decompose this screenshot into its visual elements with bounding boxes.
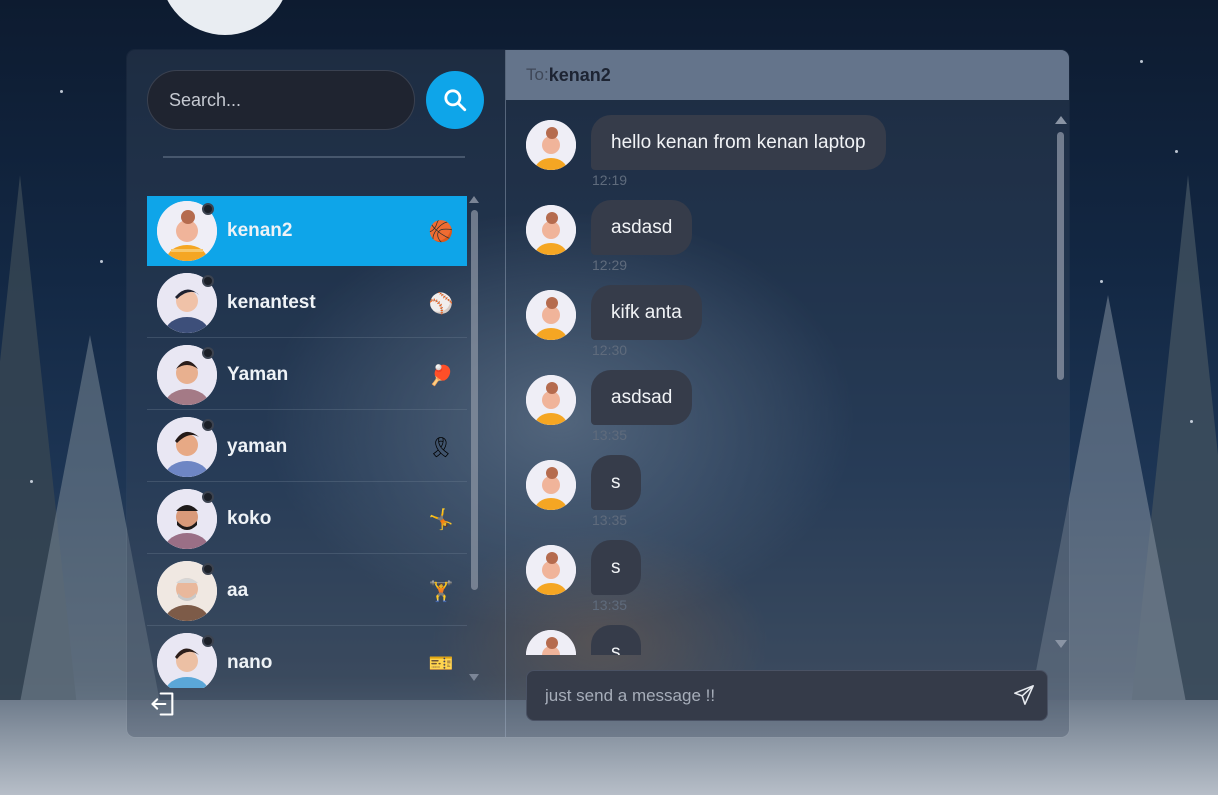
sidebar-divider	[163, 156, 465, 158]
cartwheel-icon: 🤸	[428, 506, 454, 531]
logout-icon	[151, 692, 174, 716]
avatar	[526, 120, 576, 170]
avatar	[157, 560, 217, 621]
snowflake	[1190, 420, 1193, 423]
search-button[interactable]	[426, 71, 484, 129]
to-label: To:	[526, 65, 549, 84]
message-item: kifk anta 12:30	[506, 270, 1051, 358]
avatar	[157, 344, 217, 405]
scroll-up-arrow-icon[interactable]	[469, 196, 479, 203]
chat-header: To: kenan2	[506, 50, 1069, 100]
snowflake	[30, 480, 33, 483]
avatar	[157, 488, 217, 549]
message-bubble: s	[591, 455, 641, 510]
scroll-down-arrow-icon[interactable]	[1055, 640, 1067, 648]
contact-item[interactable]: koko 🤸	[147, 484, 467, 554]
avatar	[157, 416, 217, 477]
scroll-down-arrow-icon[interactable]	[469, 674, 479, 681]
chat-panel: To: kenan2 hello kenan from kenan laptop …	[505, 50, 1069, 737]
search-icon	[444, 89, 467, 112]
avatar	[526, 545, 576, 595]
contact-item[interactable]: yaman 🎗	[147, 412, 467, 482]
snowflake	[60, 90, 63, 93]
message-item: s 13:35	[506, 440, 1051, 528]
snowflake	[100, 260, 103, 263]
ping-pong-icon: 🏓	[428, 362, 454, 387]
status-dot	[202, 562, 214, 575]
avatar	[157, 201, 217, 261]
contact-list-scrollbar[interactable]	[469, 196, 479, 686]
message-bubble: s	[591, 625, 641, 655]
ticket-icon: 🎫	[428, 650, 454, 675]
snowflake	[1140, 60, 1143, 63]
contact-item[interactable]: nano 🎫	[147, 628, 467, 688]
contact-name: aa	[227, 579, 249, 601]
status-dot	[202, 490, 214, 503]
search-input[interactable]	[147, 70, 415, 130]
status-dot	[202, 346, 214, 359]
message-bubble: kifk anta	[591, 285, 702, 340]
message-item: asdasd 12:29	[506, 185, 1051, 273]
contact-name: nano	[227, 651, 273, 673]
moon	[160, 0, 290, 35]
avatar	[526, 205, 576, 255]
recipient-name: kenan2	[548, 64, 611, 85]
contact-item[interactable]: Yaman 🏓	[147, 340, 467, 410]
contact-item[interactable]: aa 🏋	[147, 556, 467, 626]
ribbon-icon: 🎗	[428, 434, 454, 459]
contact-list: kenan2 🏀 kenantest ⚾ Yaman 🏓 yaman 🎗 kok…	[147, 196, 467, 688]
message-bubble: s	[591, 540, 641, 595]
contact-name: kenantest	[227, 291, 316, 313]
logout-button[interactable]	[149, 690, 177, 718]
status-dot	[202, 274, 214, 287]
contact-item[interactable]: kenantest ⚾	[147, 268, 467, 338]
avatar	[157, 272, 217, 333]
message-item: s 13:35	[506, 525, 1051, 613]
contact-name: Yaman	[227, 363, 289, 385]
baseball-icon: ⚾	[428, 290, 454, 315]
send-icon	[1014, 684, 1034, 705]
contact-name: kenan2	[227, 220, 293, 241]
avatar	[526, 630, 576, 655]
avatar	[526, 375, 576, 425]
sidebar: kenan2 🏀 kenantest ⚾	[127, 50, 505, 737]
message-list: hello kenan from kenan laptop 12:19 asda…	[506, 100, 1051, 655]
status-dot	[202, 634, 214, 647]
message-bubble: asdasd	[591, 200, 693, 255]
scroll-thumb[interactable]	[1057, 132, 1064, 380]
message-item: asdsad 13:35	[506, 355, 1051, 443]
contact-item[interactable]: kenan2 🏀	[147, 196, 467, 266]
basketball-icon: 🏀	[428, 219, 454, 243]
snowflake	[1175, 150, 1178, 153]
message-list-scrollbar[interactable]	[1054, 116, 1067, 650]
message-composer	[526, 670, 1048, 721]
avatar	[157, 632, 217, 688]
send-button[interactable]	[1011, 683, 1037, 709]
chat-app-window: kenan2 🏀 kenantest ⚾	[127, 50, 1069, 737]
message-bubble: hello kenan from kenan laptop	[591, 115, 886, 170]
scroll-up-arrow-icon[interactable]	[1055, 116, 1067, 124]
status-dot	[202, 203, 214, 215]
message-input[interactable]	[527, 671, 997, 720]
weightlifter-icon: 🏋	[428, 578, 454, 603]
avatar	[526, 290, 576, 340]
snowflake	[1100, 280, 1103, 283]
message-bubble: asdsad	[591, 370, 693, 425]
contact-name: yaman	[227, 435, 288, 457]
message-item: hello kenan from kenan laptop 12:19	[506, 100, 1051, 188]
scroll-thumb[interactable]	[471, 210, 478, 590]
status-dot	[202, 418, 214, 431]
avatar	[526, 460, 576, 510]
message-item: s	[506, 610, 1051, 655]
contact-name: koko	[227, 507, 272, 529]
